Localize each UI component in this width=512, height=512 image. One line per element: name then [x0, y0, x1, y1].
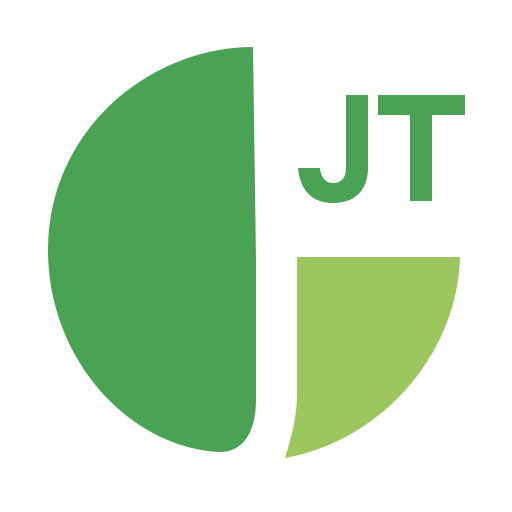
- letter-t-shape: [378, 95, 465, 201]
- dark-green-leaf-shape: [48, 47, 256, 452]
- light-green-leaf-shape: [285, 257, 460, 458]
- app-icon-canvas: [0, 0, 512, 512]
- letter-j-shape: [298, 95, 368, 203]
- jt-leaf-logo-icon: [48, 47, 465, 458]
